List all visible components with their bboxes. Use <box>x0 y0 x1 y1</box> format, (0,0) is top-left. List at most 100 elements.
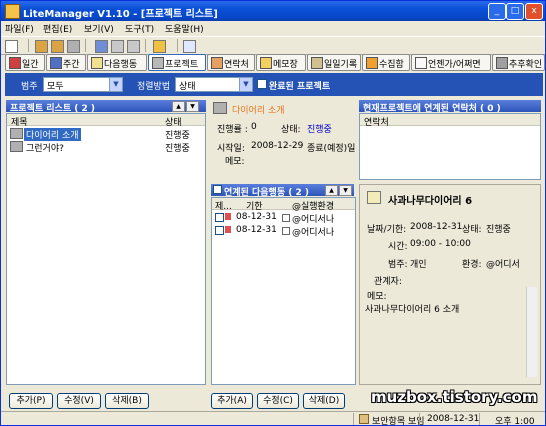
action-status-label: 상태: <box>462 225 482 235</box>
action-status-value: 진행중 <box>486 225 511 235</box>
tab-label: 다음행동 <box>104 60 138 70</box>
search-icon[interactable] <box>183 40 196 53</box>
project-detail: 다이어리 소개 진행률 : 0 상태: 진행중 시작일: 2008-12-29 … <box>211 100 356 180</box>
completed-projects-checkbox[interactable] <box>257 79 267 89</box>
done-checkbox[interactable] <box>215 226 224 235</box>
action-memo-label: 메모: <box>367 292 387 302</box>
tab-label: 연락처 <box>224 60 249 70</box>
scroll-down-icon[interactable]: ▼ <box>186 101 199 112</box>
list-icon[interactable] <box>127 40 140 53</box>
watermark: muzbox.tistory.com <box>371 388 538 406</box>
action-due: 08-12-31 <box>236 225 277 235</box>
done-checkbox[interactable] <box>215 213 224 222</box>
tab-journal[interactable]: 일일기록 <box>307 54 361 71</box>
toolbar-separator <box>28 39 29 52</box>
note-icon <box>282 214 290 222</box>
menu-help[interactable]: 도움말(H) <box>165 22 204 35</box>
project-status: 진행중 <box>165 144 190 154</box>
tab-next-actions[interactable]: 다음행동 <box>87 54 147 71</box>
tab-inbox[interactable]: 수집함 <box>362 54 410 71</box>
import-icon[interactable] <box>35 40 48 53</box>
scroll-up-icon[interactable]: ▲ <box>172 101 185 112</box>
tab-follow-up[interactable]: 추후확인 <box>492 54 545 71</box>
category-select[interactable]: 모두 ▼ <box>43 77 123 92</box>
project-list-header: 프로젝트 리스트 ( 2 ) ▲ ▼ <box>6 100 206 114</box>
tab-memo[interactable]: 메모장 <box>256 54 306 71</box>
someday-icon <box>415 57 427 69</box>
edit-action-button[interactable]: 수정(C) <box>257 393 299 409</box>
status-label: 상태: <box>281 125 301 135</box>
tab-label: 수집함 <box>379 60 404 70</box>
delete-action-button[interactable]: 삭제(D) <box>303 393 345 409</box>
contacts-list: 연락처 <box>359 113 541 180</box>
memo-label: 메모: <box>225 157 245 167</box>
delete-project-button[interactable]: 삭제(B) <box>105 393 149 409</box>
tab-contacts[interactable]: 연락처 <box>207 54 255 71</box>
project-detail-title: 다이어리 소개 <box>232 106 285 116</box>
menu-file[interactable]: 파일(F) <box>5 22 34 35</box>
action-detail: 사과나무다이어리 6 날짜/기한: 2008-12-31 상태: 진행중 시간:… <box>359 184 541 385</box>
col-contact[interactable]: 연락처 <box>364 115 389 128</box>
table-row[interactable]: 그런거야? 진행중 <box>7 140 205 154</box>
journal-icon <box>311 57 323 69</box>
status-separator <box>419 413 420 425</box>
contacts-columns: 연락처 <box>360 114 540 128</box>
status-bar: 보안항목 보임 2008-12-31 오후 1:00 <box>1 411 545 425</box>
toolbar <box>1 36 545 55</box>
inbox-icon <box>366 57 378 69</box>
sort-select[interactable]: 상태 ▼ <box>175 77 253 92</box>
time-value: 09:00 - 10:00 <box>410 239 471 249</box>
table-row[interactable]: 다이어리 소개 진행중 <box>7 127 205 141</box>
next-actions-checkbox[interactable] <box>213 185 222 194</box>
close-button[interactable]: x <box>525 3 543 20</box>
print-icon[interactable] <box>111 40 124 53</box>
menu-view[interactable]: 보기(V) <box>84 22 114 35</box>
memo-icon <box>260 57 272 69</box>
tab-daily[interactable]: 일간 <box>5 54 45 71</box>
scroll-up-icon[interactable]: ▲ <box>325 185 338 196</box>
table-row[interactable]: 08-12-31 @어디서나 <box>212 224 355 238</box>
memo-scrollbar[interactable] <box>526 287 537 377</box>
project-list-columns: 제목 상태 <box>7 114 205 128</box>
sort-label: 정렬방법 <box>137 82 171 92</box>
sort-value: 상태 <box>179 82 196 92</box>
view-icon[interactable] <box>95 40 108 53</box>
time-label: 시간: <box>388 242 408 252</box>
scroll-down-icon[interactable]: ▼ <box>339 185 352 196</box>
maximize-button[interactable]: □ <box>506 3 524 20</box>
tab-label: 메모장 <box>273 60 298 70</box>
calendar-icon <box>225 213 231 220</box>
tab-label: 추후확인 <box>509 60 543 70</box>
minimize-button[interactable]: _ <box>488 3 506 20</box>
note-icon <box>282 227 290 235</box>
tab-label: 주간 <box>63 60 80 70</box>
tab-weekly[interactable]: 주간 <box>46 54 86 71</box>
filter-bar: 범주 모두 ▼ 정렬방법 상태 ▼ 완료된 프로젝트 <box>5 73 543 96</box>
action-category-value: 개인 <box>410 260 427 270</box>
view-tabs: 일간 주간 다음행동 프로젝트 연락처 메모장 일일기록 수집함 언젠가/어쩌면… <box>1 54 545 72</box>
start-date-label: 시작일: <box>217 144 245 154</box>
action-title: 사과나무다이어리 6 <box>388 196 473 207</box>
new-document-icon[interactable] <box>5 40 18 53</box>
calendar-week-icon <box>50 57 62 69</box>
drive-icon[interactable] <box>67 40 80 53</box>
tab-label: 일일기록 <box>324 60 358 70</box>
status-separator <box>479 413 480 425</box>
tab-projects[interactable]: 프로젝트 <box>148 54 206 71</box>
export-icon[interactable] <box>51 40 64 53</box>
checklist-icon <box>91 57 103 69</box>
toolbar-separator <box>85 39 86 52</box>
menu-tools[interactable]: 도구(T) <box>125 22 154 35</box>
menu-edit[interactable]: 편집(E) <box>43 22 72 35</box>
table-row[interactable]: 08-12-31 @어디서나 <box>212 211 355 225</box>
status-date: 2008-12-31 <box>427 414 480 424</box>
lock-icon[interactable] <box>153 40 166 53</box>
lock-icon <box>359 414 369 424</box>
follow-up-icon <box>496 57 508 69</box>
category-label: 범주 <box>21 82 38 92</box>
contacts-header: 현재프로젝트에 연계된 연락처 ( 0 ) <box>359 100 541 114</box>
add-project-button[interactable]: 추가(P) <box>9 393 53 409</box>
edit-project-button[interactable]: 수정(V) <box>57 393 101 409</box>
add-action-button[interactable]: 추가(A) <box>211 393 253 409</box>
tab-someday[interactable]: 언젠가/어쩌면 <box>411 54 491 71</box>
